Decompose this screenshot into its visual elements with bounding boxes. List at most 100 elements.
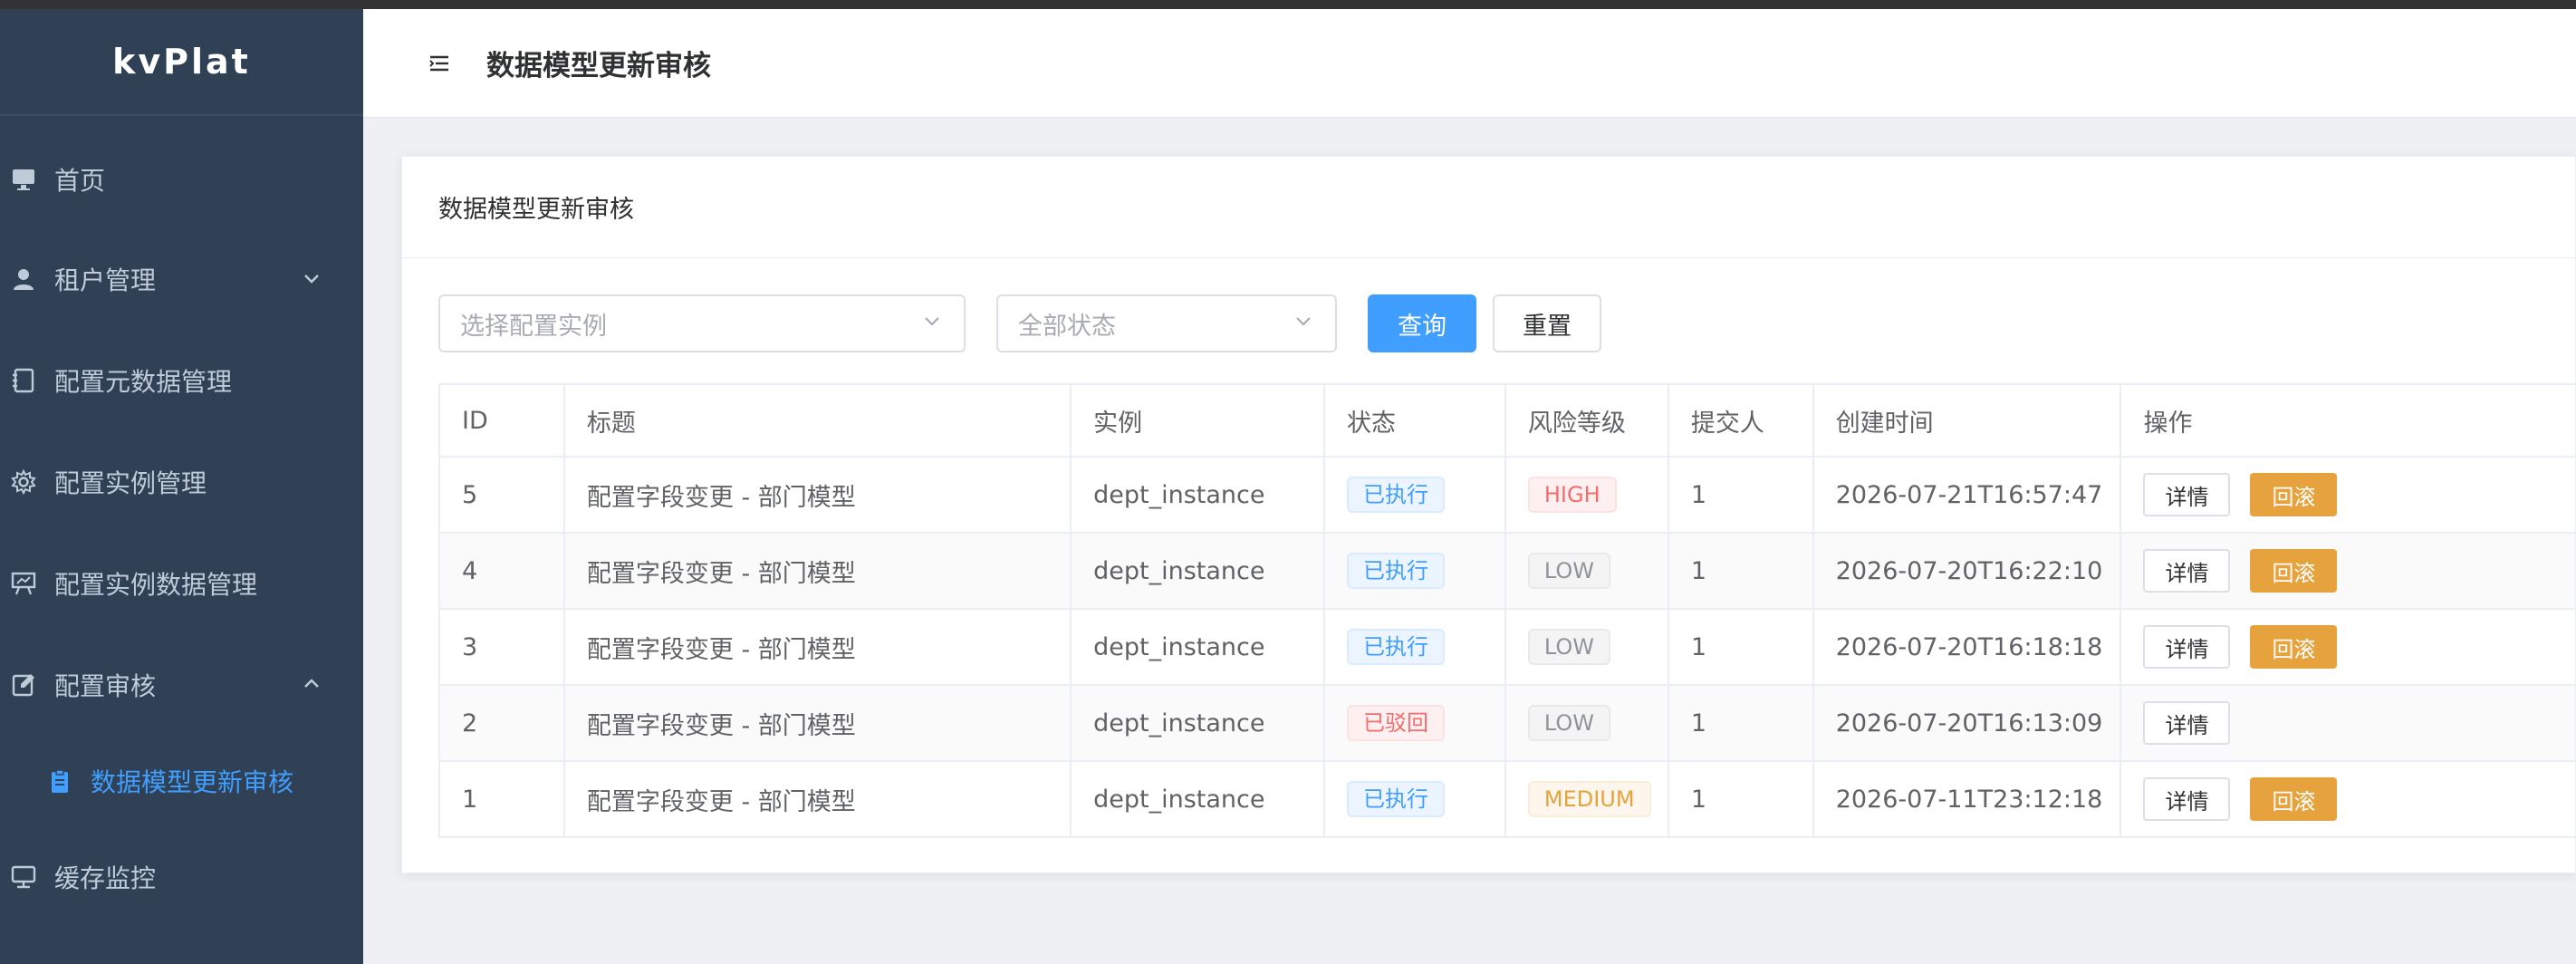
- cell-title: 配置字段变更 - 部门模型: [562, 760, 1072, 838]
- column-header: 操作: [2119, 383, 2576, 458]
- cell-id: 2: [438, 684, 565, 762]
- cell-submitter: 1: [1667, 532, 1814, 610]
- status-select[interactable]: 全部状态: [996, 294, 1337, 352]
- navbar: 数据模型更新审核: [363, 9, 2576, 118]
- monitor-icon: [9, 863, 38, 892]
- cell-title: 配置字段变更 - 部门模型: [562, 608, 1072, 686]
- sidebar-item-label: 首页: [54, 166, 106, 196]
- window-top-bar: [0, 0, 2576, 9]
- column-header: 标题: [562, 383, 1072, 458]
- cell-instance: dept_instance: [1070, 608, 1326, 686]
- sidebar-item-cache-monitor[interactable]: 缓存监控: [0, 841, 363, 913]
- presentation-icon: [9, 569, 38, 598]
- sidebar-item-label: 租户管理: [54, 265, 157, 295]
- sidebar-item-instance-data[interactable]: 配置实例数据管理: [0, 547, 363, 620]
- column-header: ID: [438, 383, 565, 458]
- instance-select-placeholder: 选择配置实例: [460, 312, 607, 341]
- cell-instance: dept_instance: [1070, 684, 1326, 762]
- status-badge: 已驳回: [1347, 705, 1446, 741]
- risk-badge: LOW: [1527, 553, 1611, 589]
- chevron-up-icon: [298, 670, 325, 698]
- cell-id: 4: [438, 532, 565, 610]
- cell-submitter: 1: [1667, 456, 1814, 534]
- risk-badge: LOW: [1527, 629, 1611, 665]
- status-select-placeholder: 全部状态: [1018, 312, 1116, 341]
- chevron-down-icon: [298, 265, 325, 292]
- gear-icon: [9, 468, 38, 496]
- table-row: 4 配置字段变更 - 部门模型 dept_instance 已执行 LOW 1 …: [438, 532, 2576, 610]
- sidebar-item-label: 数据模型更新审核: [91, 767, 294, 797]
- cell-title: 配置字段变更 - 部门模型: [562, 684, 1072, 762]
- rollback-button[interactable]: 回滚: [2250, 625, 2338, 669]
- column-header: 创建时间: [1812, 383, 2122, 458]
- sidebar-item-model-review[interactable]: 数据模型更新审核: [0, 745, 363, 817]
- rollback-button[interactable]: 回滚: [2250, 549, 2338, 593]
- chevron-down-icon: [920, 309, 944, 339]
- sidebar-item-label: 配置实例数据管理: [54, 570, 258, 600]
- query-button[interactable]: 查询: [1368, 294, 1476, 352]
- cell-instance: dept_instance: [1070, 532, 1326, 610]
- column-header: 状态: [1323, 383, 1506, 458]
- notebook-icon: [9, 366, 38, 395]
- user-icon: [9, 265, 38, 294]
- cell-submitter: 1: [1667, 608, 1814, 686]
- table-row: 1 配置字段变更 - 部门模型 dept_instance 已执行 MEDIUM…: [438, 760, 2576, 838]
- sidebar-item-home[interactable]: 首页: [0, 143, 363, 216]
- table-row: 5 配置字段变更 - 部门模型 dept_instance 已执行 HIGH 1…: [438, 456, 2576, 534]
- cell-created: 2026-07-21T16:57:47: [1812, 456, 2122, 534]
- table-header-row: ID 标题 实例 状态 风险等级 提交人 创建时间 操作: [438, 383, 2576, 458]
- cell-title: 配置字段变更 - 部门模型: [562, 456, 1072, 534]
- instance-select[interactable]: 选择配置实例: [438, 294, 966, 352]
- app-logo[interactable]: kvPlat: [0, 9, 363, 116]
- clipboard-icon: [45, 766, 74, 795]
- monitor-icon: [9, 165, 38, 194]
- sidebar-item-label: 缓存监控: [54, 863, 157, 893]
- cell-instance: dept_instance: [1070, 760, 1326, 838]
- filter-bar: 选择配置实例 全部状态 查询 重置: [438, 294, 1601, 352]
- main-area: 数据模型更新审核 数据模型更新审核 选择配置实例 全部状态 查询 重置 ID 标…: [363, 9, 2576, 964]
- cell-id: 5: [438, 456, 565, 534]
- hamburger-icon[interactable]: [425, 49, 454, 78]
- detail-button[interactable]: 详情: [2143, 549, 2231, 593]
- chevron-down-icon: [1292, 309, 1315, 339]
- status-badge: 已执行: [1347, 781, 1446, 817]
- cell-instance: dept_instance: [1070, 456, 1326, 534]
- cell-created: 2026-07-20T16:13:09: [1812, 684, 2122, 762]
- detail-button[interactable]: 详情: [2143, 701, 2231, 745]
- cell-title: 配置字段变更 - 部门模型: [562, 532, 1072, 610]
- sidebar: kvPlat 首页 租户管理 配置元数据管理 配置实例管理 配置实例数据管理 配…: [0, 9, 363, 964]
- review-table: ID 标题 实例 状态 风险等级 提交人 创建时间 操作 5 配置字段变更 - …: [438, 383, 2576, 838]
- status-badge: 已执行: [1347, 553, 1446, 589]
- column-header: 风险等级: [1504, 383, 1669, 458]
- table-row: 2 配置字段变更 - 部门模型 dept_instance 已驳回 LOW 1 …: [438, 684, 2576, 762]
- detail-button[interactable]: 详情: [2143, 473, 2231, 516]
- cell-id: 1: [438, 760, 565, 838]
- sidebar-item-label: 配置审核: [54, 671, 157, 701]
- sidebar-item-label: 配置元数据管理: [54, 367, 233, 397]
- cell-id: 3: [438, 608, 565, 686]
- detail-button[interactable]: 详情: [2143, 625, 2231, 669]
- sidebar-item-label: 配置实例管理: [54, 468, 207, 498]
- review-card: 数据模型更新审核 选择配置实例 全部状态 查询 重置 ID 标题 实例 状态 风…: [401, 156, 2576, 873]
- column-header: 实例: [1070, 383, 1326, 458]
- cell-created: 2026-07-20T16:18:18: [1812, 608, 2122, 686]
- sidebar-item-metadata[interactable]: 配置元数据管理: [0, 344, 363, 417]
- card-title: 数据模型更新审核: [402, 157, 2575, 258]
- status-badge: 已执行: [1347, 629, 1446, 665]
- cell-created: 2026-07-11T23:12:18: [1812, 760, 2122, 838]
- cell-submitter: 1: [1667, 684, 1814, 762]
- sidebar-item-tenant[interactable]: 租户管理: [0, 243, 363, 315]
- risk-badge: LOW: [1527, 705, 1611, 741]
- risk-badge: MEDIUM: [1527, 781, 1651, 817]
- table-row: 3 配置字段变更 - 部门模型 dept_instance 已执行 LOW 1 …: [438, 608, 2576, 686]
- status-badge: 已执行: [1347, 477, 1446, 513]
- reset-button[interactable]: 重置: [1493, 294, 1601, 352]
- detail-button[interactable]: 详情: [2143, 777, 2231, 821]
- rollback-button[interactable]: 回滚: [2250, 777, 2338, 821]
- cell-submitter: 1: [1667, 760, 1814, 838]
- cell-created: 2026-07-20T16:22:10: [1812, 532, 2122, 610]
- rollback-button[interactable]: 回滚: [2250, 473, 2338, 516]
- sidebar-item-config-review[interactable]: 配置审核: [0, 649, 363, 721]
- column-header: 提交人: [1667, 383, 1814, 458]
- sidebar-item-instance[interactable]: 配置实例管理: [0, 446, 363, 518]
